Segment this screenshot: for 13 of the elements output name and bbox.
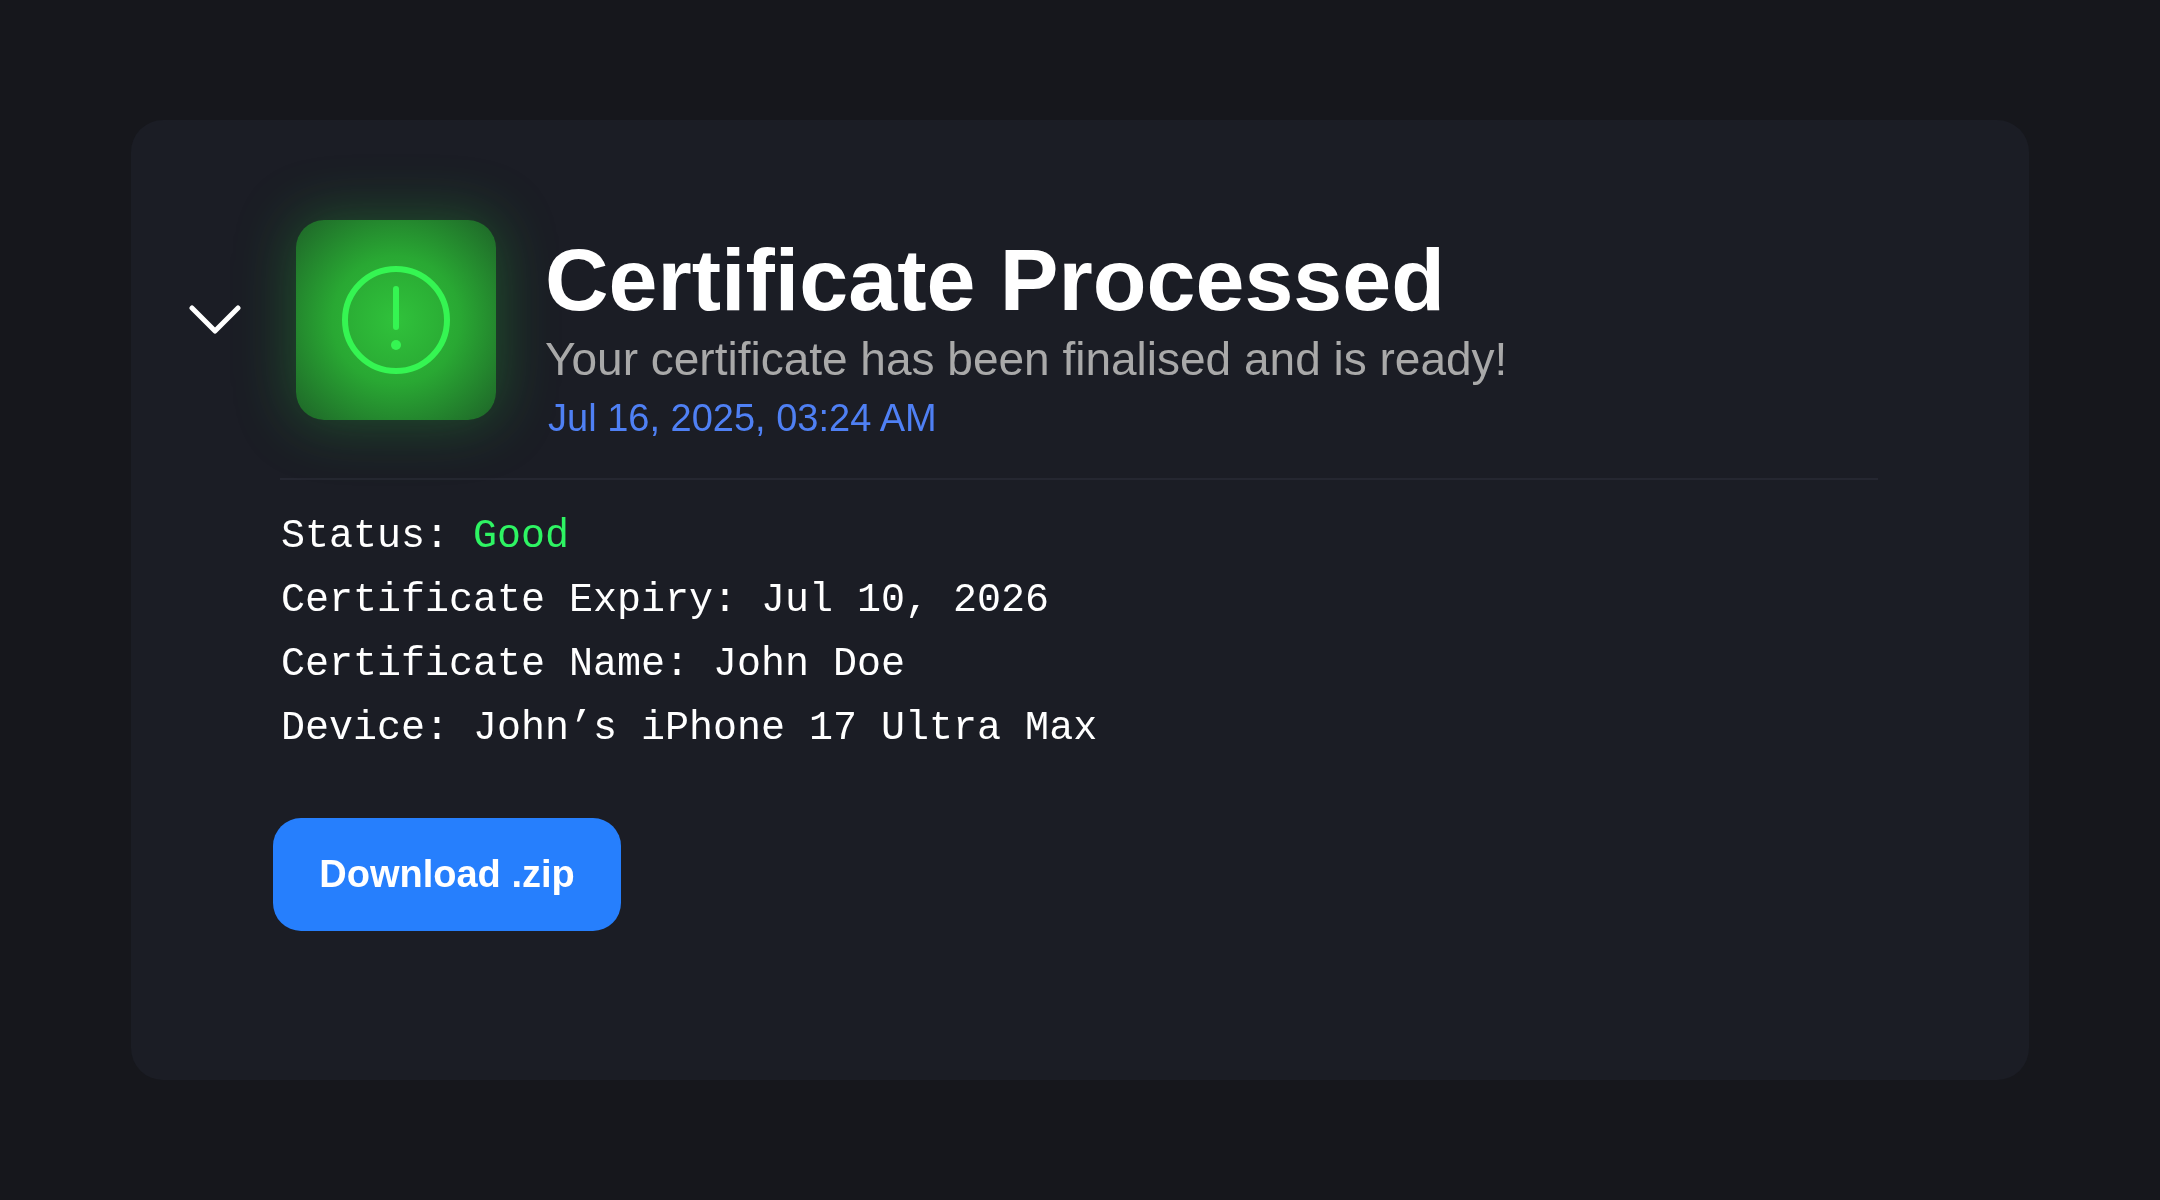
notification-message: Your certificate has been finalised and is ready! xyxy=(545,332,1508,387)
detail-label: Certificate Expiry: xyxy=(281,576,738,625)
detail-label: Status: xyxy=(281,512,450,561)
detail-label: Device: xyxy=(281,704,450,753)
notification-title: Certificate Processed xyxy=(545,236,1446,324)
chevron-down-icon[interactable] xyxy=(189,305,241,335)
notification-timestamp: Jul 16, 2025, 03:24 AM xyxy=(548,396,938,442)
download-button[interactable]: Download .zip xyxy=(273,817,621,931)
detail-value: John Doe xyxy=(713,640,906,689)
detail-value: Jul 10, 2026 xyxy=(761,576,1050,625)
detail-label: Certificate Name: xyxy=(281,640,690,689)
detail-value: John’s iPhone 17 Ultra Max xyxy=(473,704,1098,753)
detail-value: Good xyxy=(473,512,570,561)
